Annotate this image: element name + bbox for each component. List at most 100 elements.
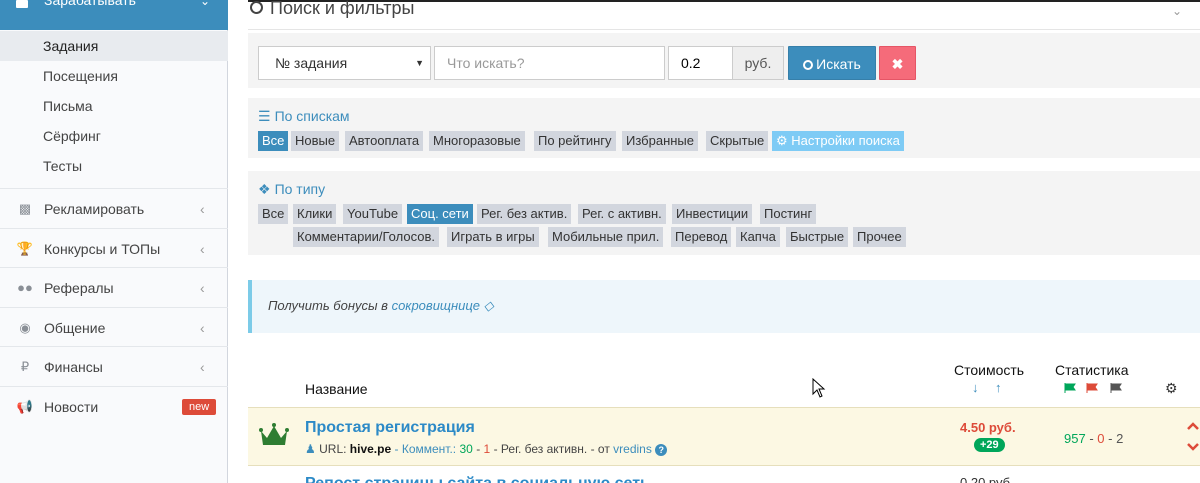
search-settings-button[interactable]: ⚙ Настройки поиска	[772, 131, 904, 151]
gray-flag-icon[interactable]	[1110, 383, 1122, 393]
sidebar-sub-tasks[interactable]: Задания	[0, 31, 228, 61]
comments-link[interactable]: Коммент.:	[402, 442, 456, 456]
type-chip-investments[interactable]: Инвестиции	[672, 204, 753, 224]
sidebar-item-contests[interactable]: 🏆 Конкурсы и ТОПы ‹	[0, 228, 228, 268]
type-chip-clicks[interactable]: Клики	[293, 204, 337, 224]
comments-icon: ◉	[19, 320, 31, 335]
sidebar-item-label: Рефералы	[44, 280, 114, 296]
sidebar-item-label: Рекламировать	[44, 201, 145, 217]
sidebar-sub-visits[interactable]: Посещения	[0, 61, 228, 91]
users-icon: ●●	[17, 280, 33, 295]
search-header[interactable]: Поиск и фильтры ⌄	[248, 0, 1200, 30]
table-row: Простая регистрация ♟ URL: hive.pe - Ком…	[248, 407, 1200, 466]
sidebar-item-referrals[interactable]: ●● Рефералы ‹	[0, 267, 228, 307]
type-chip-fast[interactable]: Быстрые	[786, 227, 849, 247]
type-chip-mobile[interactable]: Мобильные прил.	[548, 227, 664, 247]
gears-icon: ⚙	[776, 133, 792, 148]
red-flag-icon[interactable]	[1086, 383, 1098, 393]
bonus-callout: Получить бонусы в сокровищнице ◇	[248, 280, 1200, 333]
green-flag-icon[interactable]	[1064, 383, 1076, 393]
col-stats-header: Статистика	[1055, 362, 1129, 378]
chevron-left-icon: ‹	[200, 359, 205, 375]
sidebar-item-communication[interactable]: ◉ Общение ‹	[0, 307, 228, 347]
col-name-header: Название	[305, 381, 368, 397]
search-icon	[250, 1, 263, 14]
wallet-icon	[16, 0, 28, 8]
sort-down-icon[interactable]: ↓	[972, 380, 979, 395]
chip-all[interactable]: Все	[258, 131, 289, 151]
task-category: Рег. без активн.	[500, 442, 588, 456]
chip-autopay[interactable]: Автооплата	[345, 131, 424, 151]
type-chip-reg-no-activity[interactable]: Рег. без актив.	[477, 204, 572, 224]
chip-favorites[interactable]: Избранные	[622, 131, 698, 151]
sidebar-item-label: Конкурсы и ТОПы	[44, 241, 161, 257]
search-button-label: Искать	[816, 56, 861, 72]
sidebar-sub-letters[interactable]: Письма	[0, 91, 228, 121]
search-input[interactable]: Что искать?	[434, 46, 665, 80]
lists-title: ☰ По спискам	[258, 108, 350, 125]
chip-new[interactable]: Новые	[291, 131, 340, 151]
chevron-down-icon[interactable]	[1186, 442, 1200, 452]
type-chip-other[interactable]: Прочее	[853, 227, 906, 247]
task-number-select[interactable]: № задания ▼	[258, 46, 431, 80]
caret-down-icon: ▼	[415, 58, 424, 68]
sidebar-item-earn[interactable]: Зарабатывать ⌄	[0, 0, 228, 30]
new-badge: new	[182, 399, 217, 415]
chevron-left-icon: ‹	[200, 201, 205, 217]
trophy-icon: 🏆	[16, 241, 34, 256]
sort-up-icon[interactable]: ↑	[995, 380, 1002, 395]
col-price-header: Стоимость	[954, 362, 1025, 378]
chip-hidden[interactable]: Скрытые	[706, 131, 769, 151]
crown-icon	[259, 423, 289, 445]
bullhorn-icon: 📢	[16, 399, 34, 414]
types-title: ❖ По типу	[258, 181, 325, 198]
sidebar-sub-surfing[interactable]: Сёрфинг	[0, 121, 228, 151]
lists-title-text: По спискам	[274, 108, 350, 124]
sidebar-item-finance[interactable]: ₽ Финансы ‹	[0, 346, 228, 386]
from-label: от	[597, 442, 610, 456]
chevron-down-icon[interactable]: ⌄	[1172, 4, 1182, 18]
help-icon[interactable]: ?	[655, 444, 668, 456]
stat-other: 2	[1116, 431, 1124, 446]
currency-addon: руб.	[733, 46, 784, 80]
chip-by-rating[interactable]: По рейтингу	[534, 131, 616, 151]
diamond-icon: ◇	[483, 298, 494, 313]
callout-label: Получить бонусы в	[268, 298, 388, 313]
gears-icon[interactable]: ⚙	[1165, 380, 1178, 397]
type-chip-youtube[interactable]: YouTube	[343, 204, 403, 224]
task-title-link[interactable]: Репост страницы сайта в социальную сеть	[305, 475, 650, 483]
url-label: URL:	[319, 442, 347, 456]
chevron-left-icon: ‹	[200, 280, 205, 296]
type-chip-captcha[interactable]: Капча	[736, 227, 780, 247]
search-settings-label: Настройки поиска	[791, 133, 900, 148]
search-button[interactable]: Искать	[788, 46, 876, 80]
treasury-link[interactable]: сокровищнице	[392, 298, 480, 313]
table-row: Репост страницы сайта в социальную сеть …	[248, 466, 1200, 483]
type-chip-all[interactable]: Все	[258, 204, 289, 224]
close-icon: ✖	[891, 56, 904, 72]
sidebar-item-label: Финансы	[44, 359, 103, 375]
stat-bad: 0	[1097, 431, 1105, 446]
sidebar-item-news[interactable]: 📢 Новости new	[0, 386, 228, 426]
select-value: № задания	[275, 55, 348, 71]
task-price: 4.50 руб.	[960, 420, 1016, 435]
task-meta: ♟ URL: hive.pe - Коммент.: 30 - 1 - Рег.…	[305, 442, 668, 456]
sidebar-item-advertise[interactable]: ▩ Рекламировать ‹	[0, 188, 228, 228]
chip-reusable[interactable]: Многоразовые	[429, 131, 525, 151]
clear-button[interactable]: ✖	[879, 46, 916, 80]
ruble-icon: ₽	[20, 359, 30, 374]
type-chip-social[interactable]: Соц. сети	[407, 204, 473, 224]
search-title: Поиск и фильтры	[270, 0, 415, 18]
chevron-up-icon[interactable]	[1186, 421, 1200, 431]
type-chip-games[interactable]: Играть в игры	[447, 227, 539, 247]
type-chip-posting[interactable]: Постинг	[760, 204, 817, 224]
chevron-left-icon: ‹	[200, 320, 205, 336]
author-link[interactable]: vredins	[613, 442, 652, 456]
amount-input[interactable]: 0.2	[668, 46, 733, 80]
type-chip-reg-activity[interactable]: Рег. с активн.	[578, 204, 666, 224]
comments-positive: 30	[459, 442, 473, 456]
type-chip-comments[interactable]: Комментарии/Голосов.	[293, 227, 439, 247]
sidebar-sub-tests[interactable]: Тесты	[0, 151, 228, 181]
task-title-link[interactable]: Простая регистрация	[305, 419, 475, 437]
type-chip-translation[interactable]: Перевод	[671, 227, 732, 247]
